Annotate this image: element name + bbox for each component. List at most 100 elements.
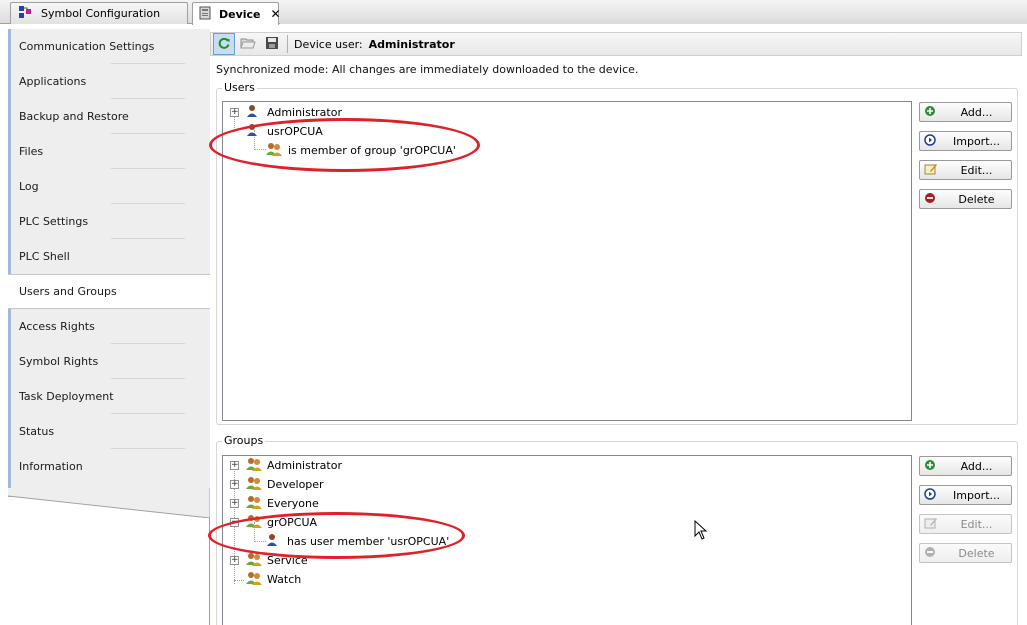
users-edit-button[interactable]: Edit... bbox=[919, 160, 1012, 180]
edit-icon bbox=[924, 163, 938, 178]
mouse-cursor-icon bbox=[694, 520, 708, 540]
sidebar-item-files[interactable]: Files bbox=[11, 134, 210, 169]
tree-item-group-watch[interactable]: Watch bbox=[245, 570, 301, 588]
tab-device[interactable]: Device ✕ bbox=[192, 2, 281, 25]
add-icon bbox=[924, 459, 936, 474]
sidebar-item-label: Access Rights bbox=[19, 320, 95, 333]
toolbar-separator bbox=[287, 35, 288, 53]
tab-strip-background bbox=[280, 20, 1027, 24]
sidebar-item-users-and-groups[interactable]: Users and Groups bbox=[8, 274, 213, 309]
tree-item-group-service[interactable]: Service bbox=[245, 551, 308, 569]
users-delete-button[interactable]: Delete bbox=[919, 189, 1012, 209]
import-icon bbox=[924, 487, 936, 503]
tree-item-label: Administrator bbox=[267, 458, 342, 472]
sidebar-item-label: PLC Settings bbox=[19, 215, 89, 228]
sidebar-item-label: Task Deployment bbox=[19, 390, 114, 403]
users-add-button[interactable]: Add... bbox=[919, 102, 1012, 122]
groups-edit-button[interactable]: Edit... bbox=[919, 514, 1012, 534]
tree-item-user-usropcua[interactable]: usrOPCUA bbox=[245, 122, 323, 140]
edit-icon bbox=[924, 517, 938, 532]
import-icon bbox=[924, 133, 936, 149]
folder-open-icon bbox=[240, 36, 256, 53]
symbol-config-icon bbox=[17, 5, 33, 22]
button-label: Add... bbox=[960, 105, 993, 119]
sidebar-item-information[interactable]: Information bbox=[11, 449, 210, 484]
groups-tree[interactable]: + + + − + Administrator Developer Everyo… bbox=[222, 455, 912, 625]
sidebar-item-label: Communication Settings bbox=[19, 40, 155, 53]
button-label: Delete bbox=[958, 546, 995, 560]
close-icon[interactable]: ✕ bbox=[271, 7, 281, 21]
sidebar-item-access-rights[interactable]: Access Rights bbox=[11, 309, 210, 344]
groups-delete-button[interactable]: Delete bbox=[919, 543, 1012, 563]
users-tree[interactable]: + Administrator usrOPCUA is member of gr… bbox=[222, 101, 912, 421]
group-icon bbox=[245, 457, 263, 474]
tree-item-label: is member of group 'grOPCUA' bbox=[288, 143, 456, 157]
tree-item-label: Watch bbox=[267, 572, 302, 586]
open-button[interactable] bbox=[237, 33, 259, 55]
sidebar-item-label: Users and Groups bbox=[19, 285, 117, 298]
users-groupbox: Users + Administrator usrOPCUA is member… bbox=[216, 81, 1018, 425]
sidebar-item-label: Symbol Rights bbox=[19, 355, 99, 368]
delete-icon bbox=[924, 546, 936, 561]
groups-add-button[interactable]: Add... bbox=[919, 456, 1012, 476]
groups-group-title: Groups bbox=[222, 434, 266, 447]
sidebar-item-plc-settings[interactable]: PLC Settings bbox=[11, 204, 210, 239]
tree-item-group-administrator[interactable]: Administrator bbox=[245, 456, 342, 474]
tree-item-label: usrOPCUA bbox=[267, 124, 323, 138]
expand-icon[interactable]: + bbox=[230, 108, 239, 117]
groups-import-button[interactable]: Import... bbox=[919, 485, 1012, 505]
device-user-display: Device user: Administrator bbox=[294, 38, 455, 51]
group-icon bbox=[245, 476, 263, 493]
sidebar-item-symbol-rights[interactable]: Symbol Rights bbox=[11, 344, 210, 379]
sidebar-item-label: Applications bbox=[19, 75, 87, 88]
expand-icon[interactable]: + bbox=[230, 480, 239, 489]
button-label: Import... bbox=[953, 488, 1000, 502]
add-icon bbox=[924, 105, 936, 120]
synchronize-button[interactable] bbox=[213, 33, 235, 55]
group-icon bbox=[265, 142, 283, 159]
sidebar-item-communication-settings[interactable]: Communication Settings bbox=[11, 29, 210, 64]
tree-item-label: Everyone bbox=[267, 496, 319, 510]
save-button[interactable] bbox=[261, 33, 283, 55]
sidebar-item-label: Information bbox=[19, 460, 83, 473]
expand-icon[interactable]: + bbox=[230, 499, 239, 508]
sidebar-item-applications[interactable]: Applications bbox=[11, 64, 210, 99]
group-icon bbox=[245, 514, 263, 531]
sidebar-item-plc-shell[interactable]: PLC Shell bbox=[11, 239, 210, 274]
sidebar-bottom-edge bbox=[8, 488, 211, 518]
tree-item-group-member[interactable]: has user member 'usrOPCUA' bbox=[265, 532, 449, 550]
expand-icon[interactable]: + bbox=[230, 461, 239, 470]
user-icon bbox=[245, 104, 259, 121]
collapse-icon[interactable]: − bbox=[230, 518, 239, 527]
document-tab-strip: Symbol Configuration Device ✕ bbox=[0, 0, 1027, 25]
sidebar-item-label: Status bbox=[19, 425, 55, 438]
delete-icon bbox=[924, 192, 936, 207]
group-icon bbox=[245, 571, 263, 588]
users-import-button[interactable]: Import... bbox=[919, 131, 1012, 151]
sidebar-item-label: PLC Shell bbox=[19, 250, 70, 263]
device-editor-sidebar: Communication Settings Applications Back… bbox=[8, 29, 213, 497]
user-icon bbox=[265, 533, 279, 550]
save-icon bbox=[265, 36, 279, 53]
tree-item-label: grOPCUA bbox=[267, 515, 318, 529]
tree-item-group-developer[interactable]: Developer bbox=[245, 475, 324, 493]
tree-item-user-membership[interactable]: is member of group 'grOPCUA' bbox=[265, 141, 456, 159]
user-icon bbox=[245, 123, 259, 140]
device-user-label: Device user: bbox=[294, 37, 363, 51]
group-icon bbox=[245, 552, 263, 569]
device-user-value: Administrator bbox=[368, 37, 455, 51]
sidebar-item-label: Log bbox=[19, 180, 39, 193]
tab-label: Symbol Configuration bbox=[41, 7, 161, 20]
sidebar-item-task-deployment[interactable]: Task Deployment bbox=[11, 379, 210, 414]
users-toolbar: Device user: Administrator bbox=[210, 32, 1022, 56]
sidebar-item-status[interactable]: Status bbox=[11, 414, 210, 449]
tree-item-group-everyone[interactable]: Everyone bbox=[245, 494, 319, 512]
tree-item-user-administrator[interactable]: Administrator bbox=[245, 103, 342, 121]
sidebar-item-backup-and-restore[interactable]: Backup and Restore bbox=[11, 99, 210, 134]
expand-icon[interactable]: + bbox=[230, 556, 239, 565]
tree-item-group-gropcua[interactable]: grOPCUA bbox=[245, 513, 317, 531]
tab-symbol-configuration[interactable]: Symbol Configuration bbox=[10, 2, 188, 24]
tab-label: Device bbox=[219, 7, 261, 21]
button-label: Delete bbox=[958, 192, 995, 206]
sidebar-item-log[interactable]: Log bbox=[11, 169, 210, 204]
